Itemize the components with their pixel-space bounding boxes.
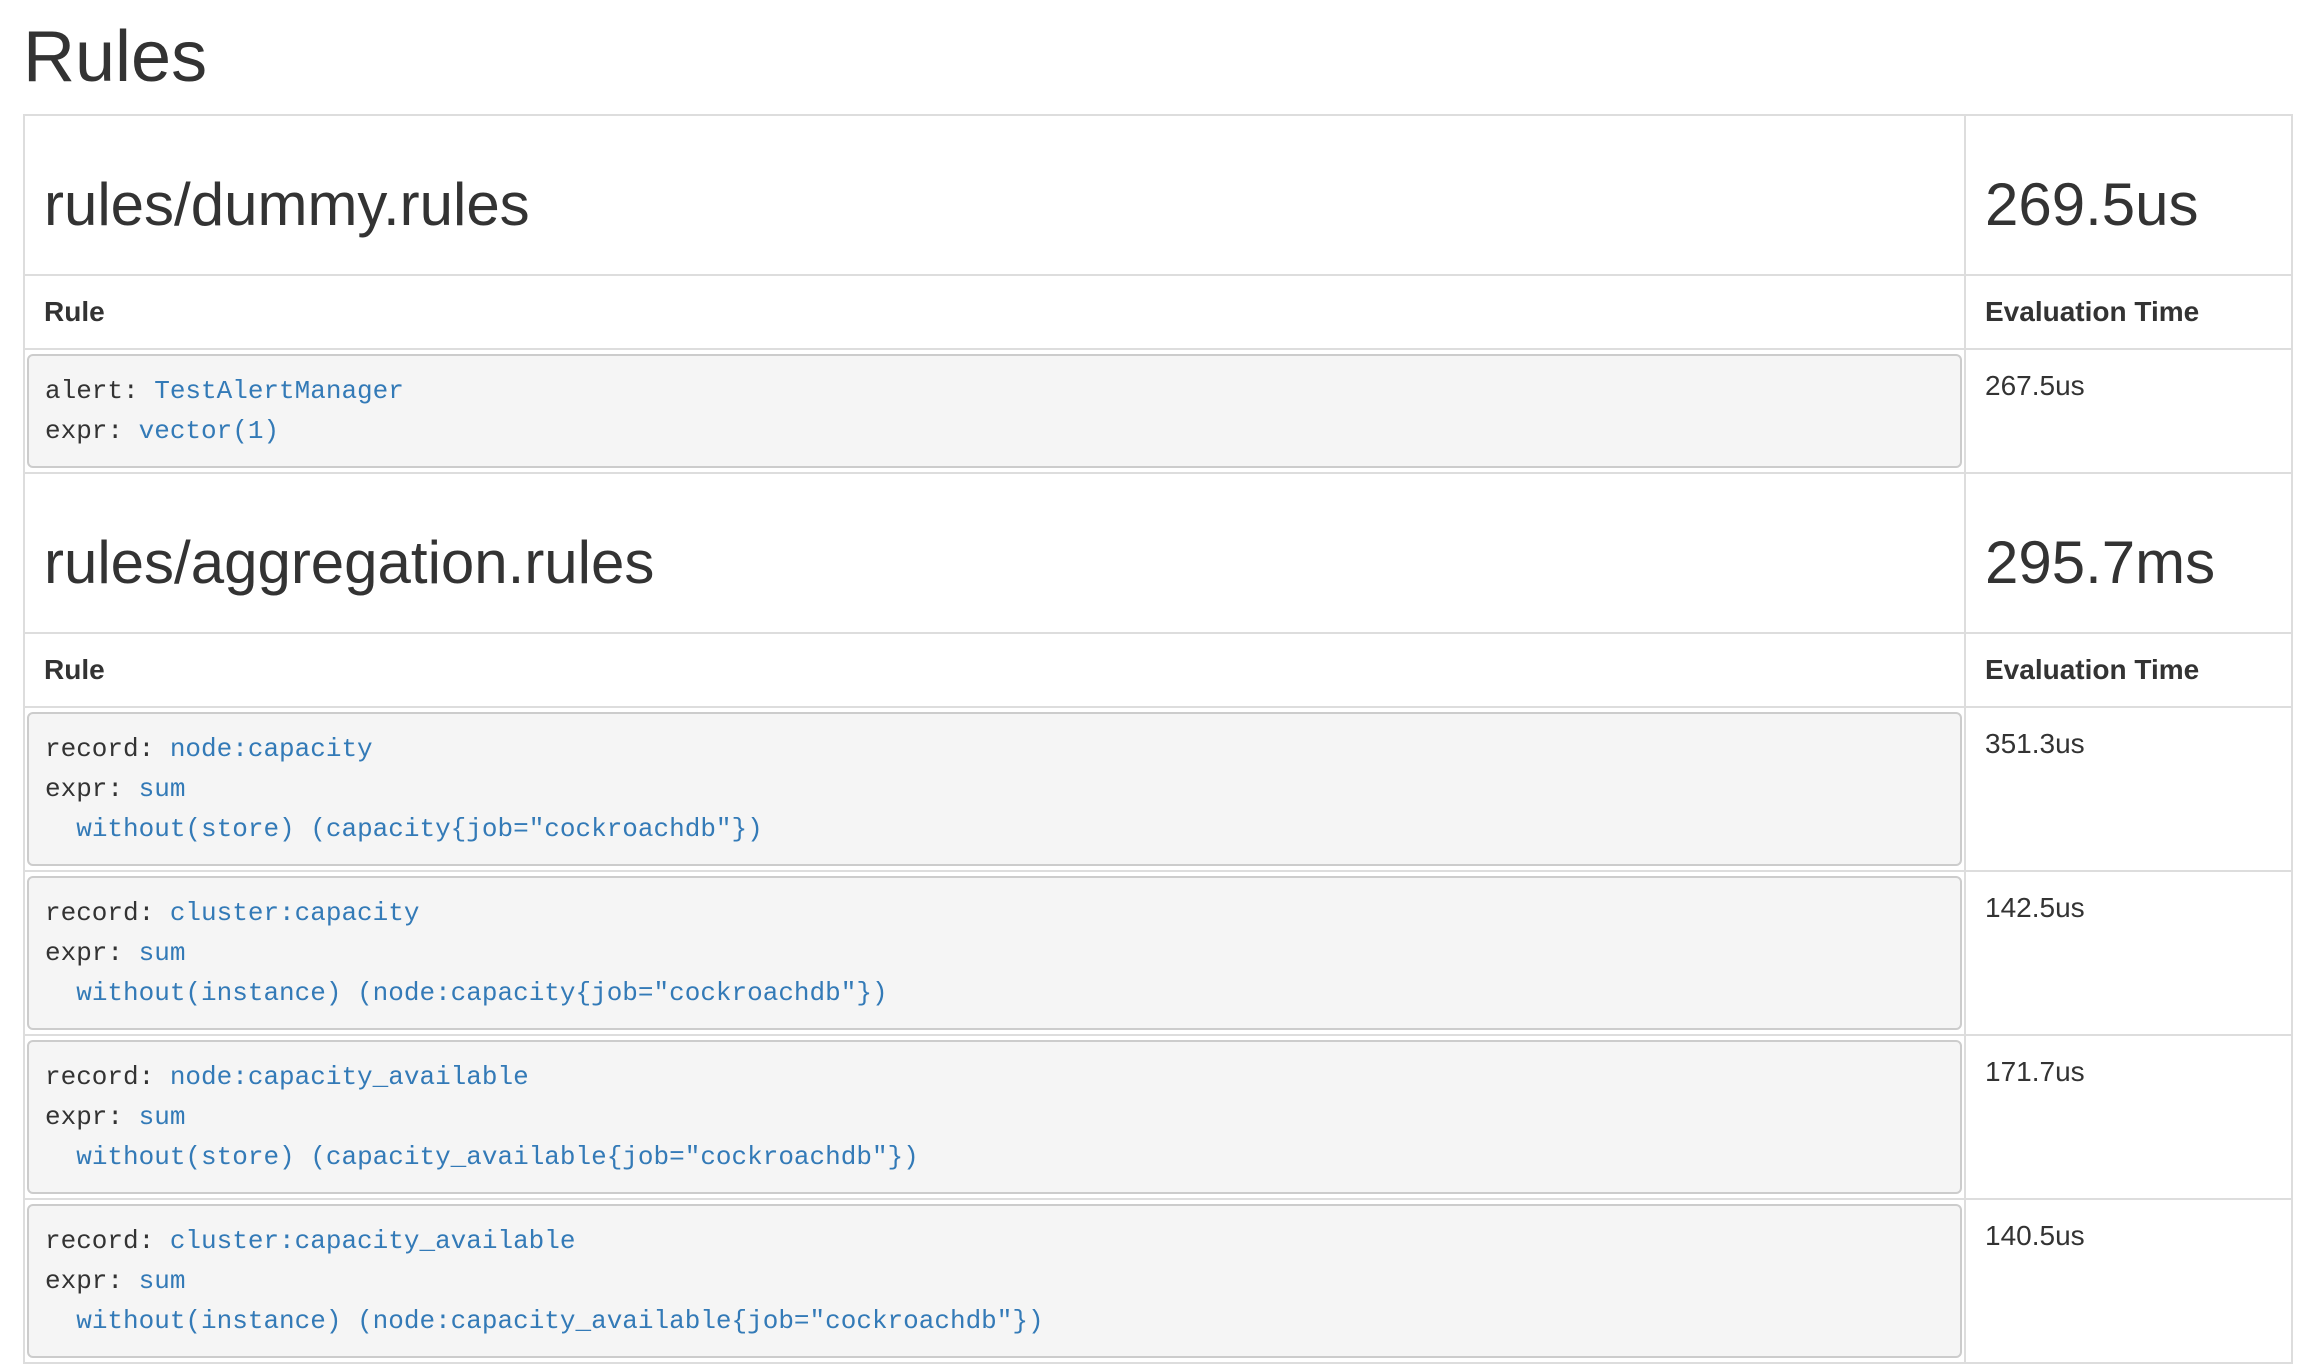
rule-group-row: rules/aggregation.rules 295.7ms [24,473,2292,633]
evaluation-time-column-header: Evaluation Time [1965,275,2292,349]
rule-expression-link[interactable]: without(store) (capacity_available{job="… [76,1142,919,1172]
rule-keyword-text [45,1142,76,1172]
rule-row: record: cluster:capacity_available expr:… [24,1199,2292,1363]
rule-keyword-text [45,978,76,1008]
rule-column-header: Rule [24,633,1965,707]
rule-evaluation-time: 142.5us [1965,871,2292,1035]
rule-definition-cell: record: cluster:capacity_available expr:… [24,1199,1965,1363]
rule-keyword-text: record: [45,734,170,764]
rule-evaluation-time: 267.5us [1965,349,2292,473]
rule-expression-link[interactable]: vector(1) [139,416,279,446]
rule-definition: record: cluster:capacity_available expr:… [27,1204,1962,1358]
page-title: Rules [23,18,2291,96]
rule-keyword-text: record: [45,1062,170,1092]
rule-expression-link[interactable]: sum [139,774,186,804]
rule-expression-link[interactable]: TestAlertManager [154,376,404,406]
rule-definition-cell: record: node:capacity expr: sum without(… [24,707,1965,871]
rule-row: record: node:capacity_available expr: su… [24,1035,2292,1199]
rule-expression-link[interactable]: sum [139,1102,186,1132]
rule-row: record: cluster:capacity expr: sum witho… [24,871,2292,1035]
rule-evaluation-time: 351.3us [1965,707,2292,871]
rule-group-name-cell: rules/dummy.rules [24,115,1965,275]
rule-evaluation-time: 171.7us [1965,1035,2292,1199]
rule-keyword-text: alert: [45,376,154,406]
column-header-row: RuleEvaluation Time [24,633,2292,707]
rule-row: alert: TestAlertManager expr: vector(1)2… [24,349,2292,473]
rule-keyword-text [45,814,76,844]
rule-definition-cell: record: cluster:capacity expr: sum witho… [24,871,1965,1035]
rule-keyword-text: record: [45,898,170,928]
rule-definition-cell: record: node:capacity_available expr: su… [24,1035,1965,1199]
rule-group-time-cell: 295.7ms [1965,473,2292,633]
rule-definition: record: node:capacity_available expr: su… [27,1040,1962,1194]
rule-keyword-text: record: [45,1226,170,1256]
rule-group-time-cell: 269.5us [1965,115,2292,275]
rule-keyword-text: expr: [45,1102,139,1132]
column-header-row: RuleEvaluation Time [24,275,2292,349]
rules-table-body: rules/dummy.rules269.5usRuleEvaluation T… [24,115,2292,1363]
rule-expression-link[interactable]: without(store) (capacity{job="cockroachd… [76,814,763,844]
rule-group-name-cell: rules/aggregation.rules [24,473,1965,633]
rule-expression-link[interactable]: without(instance) (node:capacity_availab… [76,1306,1043,1336]
rule-expression-link[interactable]: without(instance) (node:capacity{job="co… [76,978,887,1008]
rule-row: record: node:capacity expr: sum without(… [24,707,2292,871]
rule-evaluation-time: 140.5us [1965,1199,2292,1363]
rule-group-name: rules/dummy.rules [44,172,1945,238]
evaluation-time-column-header: Evaluation Time [1965,633,2292,707]
rule-keyword-text: expr: [45,1266,139,1296]
rule-group-evaluation-time: 295.7ms [1985,530,2272,596]
rule-expression-link[interactable]: cluster:capacity [170,898,420,928]
rule-column-header: Rule [24,275,1965,349]
rule-expression-link[interactable]: sum [139,938,186,968]
rule-keyword-text: expr: [45,416,139,446]
rule-definition: alert: TestAlertManager expr: vector(1) [27,354,1962,468]
rule-group-row: rules/dummy.rules 269.5us [24,115,2292,275]
page-container: Rules rules/dummy.rules269.5usRuleEvalua… [0,18,2316,1364]
rule-keyword-text [45,1306,76,1336]
rule-group-name: rules/aggregation.rules [44,530,1945,596]
rule-definition-cell: alert: TestAlertManager expr: vector(1) [24,349,1965,473]
rule-expression-link[interactable]: node:capacity [170,734,373,764]
rule-keyword-text: expr: [45,938,139,968]
rule-expression-link[interactable]: node:capacity_available [170,1062,529,1092]
rule-keyword-text: expr: [45,774,139,804]
rule-expression-link[interactable]: cluster:capacity_available [170,1226,576,1256]
rule-definition: record: cluster:capacity expr: sum witho… [27,876,1962,1030]
rule-group-evaluation-time: 269.5us [1985,172,2272,238]
rule-expression-link[interactable]: sum [139,1266,186,1296]
rules-table: rules/dummy.rules269.5usRuleEvaluation T… [23,114,2293,1364]
rule-definition: record: node:capacity expr: sum without(… [27,712,1962,866]
